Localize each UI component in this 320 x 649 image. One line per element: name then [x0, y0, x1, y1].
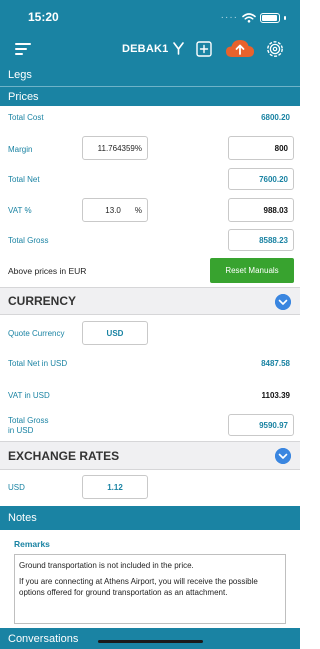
total-cost-label: Total Cost — [8, 113, 44, 122]
remarks-line-2: If you are connecting at Athens Airport,… — [19, 577, 258, 597]
battery-tip — [284, 15, 286, 20]
section-conversations-label: Conversations — [8, 632, 79, 645]
margin-label: Margin — [8, 145, 33, 154]
exchange-rate-field[interactable]: 1.12 — [82, 475, 148, 499]
remarks-textarea[interactable]: Ground transportation is not included in… — [14, 554, 286, 624]
quote-currency-label: Quote Currency — [8, 329, 65, 338]
reset-manuals-button[interactable]: Reset Manuals — [210, 258, 294, 283]
total-gross-usd-field[interactable]: 9590.97 — [228, 414, 294, 436]
section-legs-label: Legs — [8, 69, 32, 81]
total-gross-usd-label-line1: Total Gross — [8, 416, 49, 425]
nav-bar: DEBAK1 — [0, 34, 300, 64]
total-gross-label: Total Gross — [8, 236, 49, 245]
vat-usd-label: VAT in USD — [8, 391, 50, 400]
add-square-icon[interactable] — [196, 41, 212, 57]
total-net-field[interactable]: 7600.20 — [228, 168, 294, 190]
remarks-line-1: Ground transportation is not included in… — [19, 561, 194, 570]
section-prices[interactable]: Prices — [0, 86, 300, 106]
menu-icon[interactable] — [15, 43, 31, 55]
status-icons: ···· — [221, 12, 286, 23]
status-bar: 15:20 ···· — [0, 0, 300, 34]
total-gross-usd-value: 9590.97 — [259, 420, 288, 430]
total-net-usd-value: 8487.58 — [261, 359, 290, 368]
chevron-down-icon[interactable] — [275, 294, 291, 310]
section-legs[interactable]: Legs — [0, 64, 300, 86]
exchange-rate-value: 1.12 — [107, 482, 123, 492]
cloud-upload-icon[interactable] — [225, 38, 255, 58]
quote-currency-value: USD — [106, 328, 124, 338]
margin-value: 800 — [274, 143, 288, 153]
chevron-down-icon[interactable] — [275, 448, 291, 464]
section-conversations[interactable]: Conversations — [0, 628, 300, 649]
exchange-currency-label: USD — [8, 483, 25, 492]
section-exchange-rates-label: EXCHANGE RATES — [8, 448, 120, 463]
wifi-icon — [242, 12, 256, 23]
section-notes-label: Notes — [8, 512, 37, 524]
signal-dots-icon: ···· — [220, 12, 238, 23]
section-currency[interactable]: CURRENCY — [0, 287, 300, 315]
home-indicator — [98, 640, 203, 643]
margin-percent-field[interactable]: 11.764359% — [82, 136, 148, 160]
total-gross-value: 8588.23 — [259, 235, 288, 245]
reset-manuals-label: Reset Manuals — [225, 266, 279, 275]
settings-gear-icon[interactable] — [266, 40, 284, 58]
battery-icon — [260, 12, 280, 23]
section-notes[interactable]: Notes — [0, 506, 300, 530]
total-net-value: 7600.20 — [259, 174, 288, 184]
vat-percent-sign: % — [134, 205, 142, 215]
currency-note: Above prices in EUR — [8, 266, 87, 276]
vat-percent-value: 13.0 — [105, 205, 121, 215]
vat-percent-field[interactable]: 13.0 % — [82, 198, 148, 222]
nav-title: DEBAK1 — [122, 42, 169, 55]
vat-value: 988.03 — [263, 205, 288, 215]
section-exchange-rates[interactable]: EXCHANGE RATES — [0, 441, 300, 470]
remarks-label: Remarks — [14, 539, 50, 549]
total-net-label: Total Net — [8, 175, 40, 184]
quote-currency-select[interactable]: USD — [82, 321, 148, 345]
total-gross-usd-label: Total Gross in USD — [8, 416, 48, 436]
total-cost-value: 6800.20 — [261, 113, 290, 122]
vat-label: VAT % — [8, 206, 32, 215]
total-net-usd-label: Total Net in USD — [8, 359, 68, 368]
total-gross-field[interactable]: 8588.23 — [228, 229, 294, 251]
margin-percent-value: 11.764359% — [97, 143, 142, 153]
section-currency-label: CURRENCY — [8, 294, 77, 308]
total-gross-usd-label-line2: in USD — [8, 426, 34, 435]
margin-value-field[interactable]: 800 — [228, 136, 294, 160]
fork-icon — [173, 42, 185, 55]
section-prices-label: Prices — [8, 90, 39, 103]
nav-title-group[interactable]: DEBAK1 — [122, 42, 185, 55]
vat-usd-value: 1103.39 — [261, 391, 290, 400]
status-time: 15:20 — [28, 10, 59, 24]
vat-value-field[interactable]: 988.03 — [228, 198, 294, 222]
